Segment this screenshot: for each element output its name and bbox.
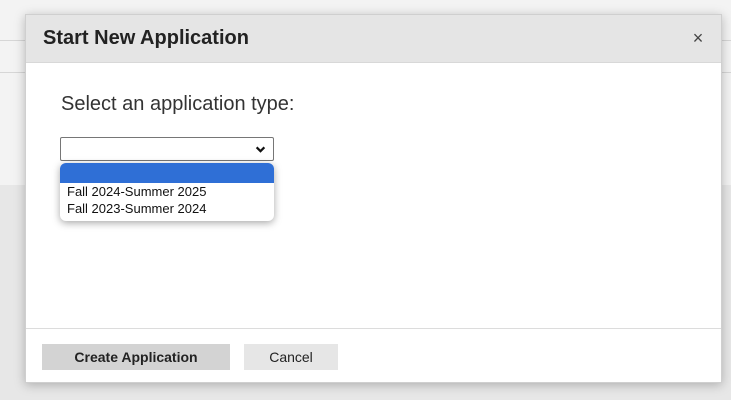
dialog-title: Start New Application: [43, 27, 249, 49]
dropdown-option-fall-2024[interactable]: Fall 2024-Summer 2025: [60, 183, 274, 200]
cancel-button[interactable]: Cancel: [244, 344, 338, 370]
chevron-down-icon: [255, 146, 266, 153]
dialog-footer: Create Application Cancel: [26, 328, 721, 382]
start-application-dialog: Start New Application × Select an applic…: [25, 14, 722, 383]
application-type-dropdown: Fall 2024-Summer 2025 Fall 2023-Summer 2…: [60, 163, 274, 221]
dropdown-option-fall-2023[interactable]: Fall 2023-Summer 2024: [60, 200, 274, 217]
application-type-select[interactable]: [60, 137, 274, 161]
dropdown-option-blank[interactable]: [60, 163, 274, 183]
dialog-header: Start New Application ×: [26, 15, 721, 63]
application-type-label: Select an application type:: [61, 93, 295, 115]
create-application-button[interactable]: Create Application: [42, 344, 230, 370]
close-icon[interactable]: ×: [689, 28, 707, 48]
